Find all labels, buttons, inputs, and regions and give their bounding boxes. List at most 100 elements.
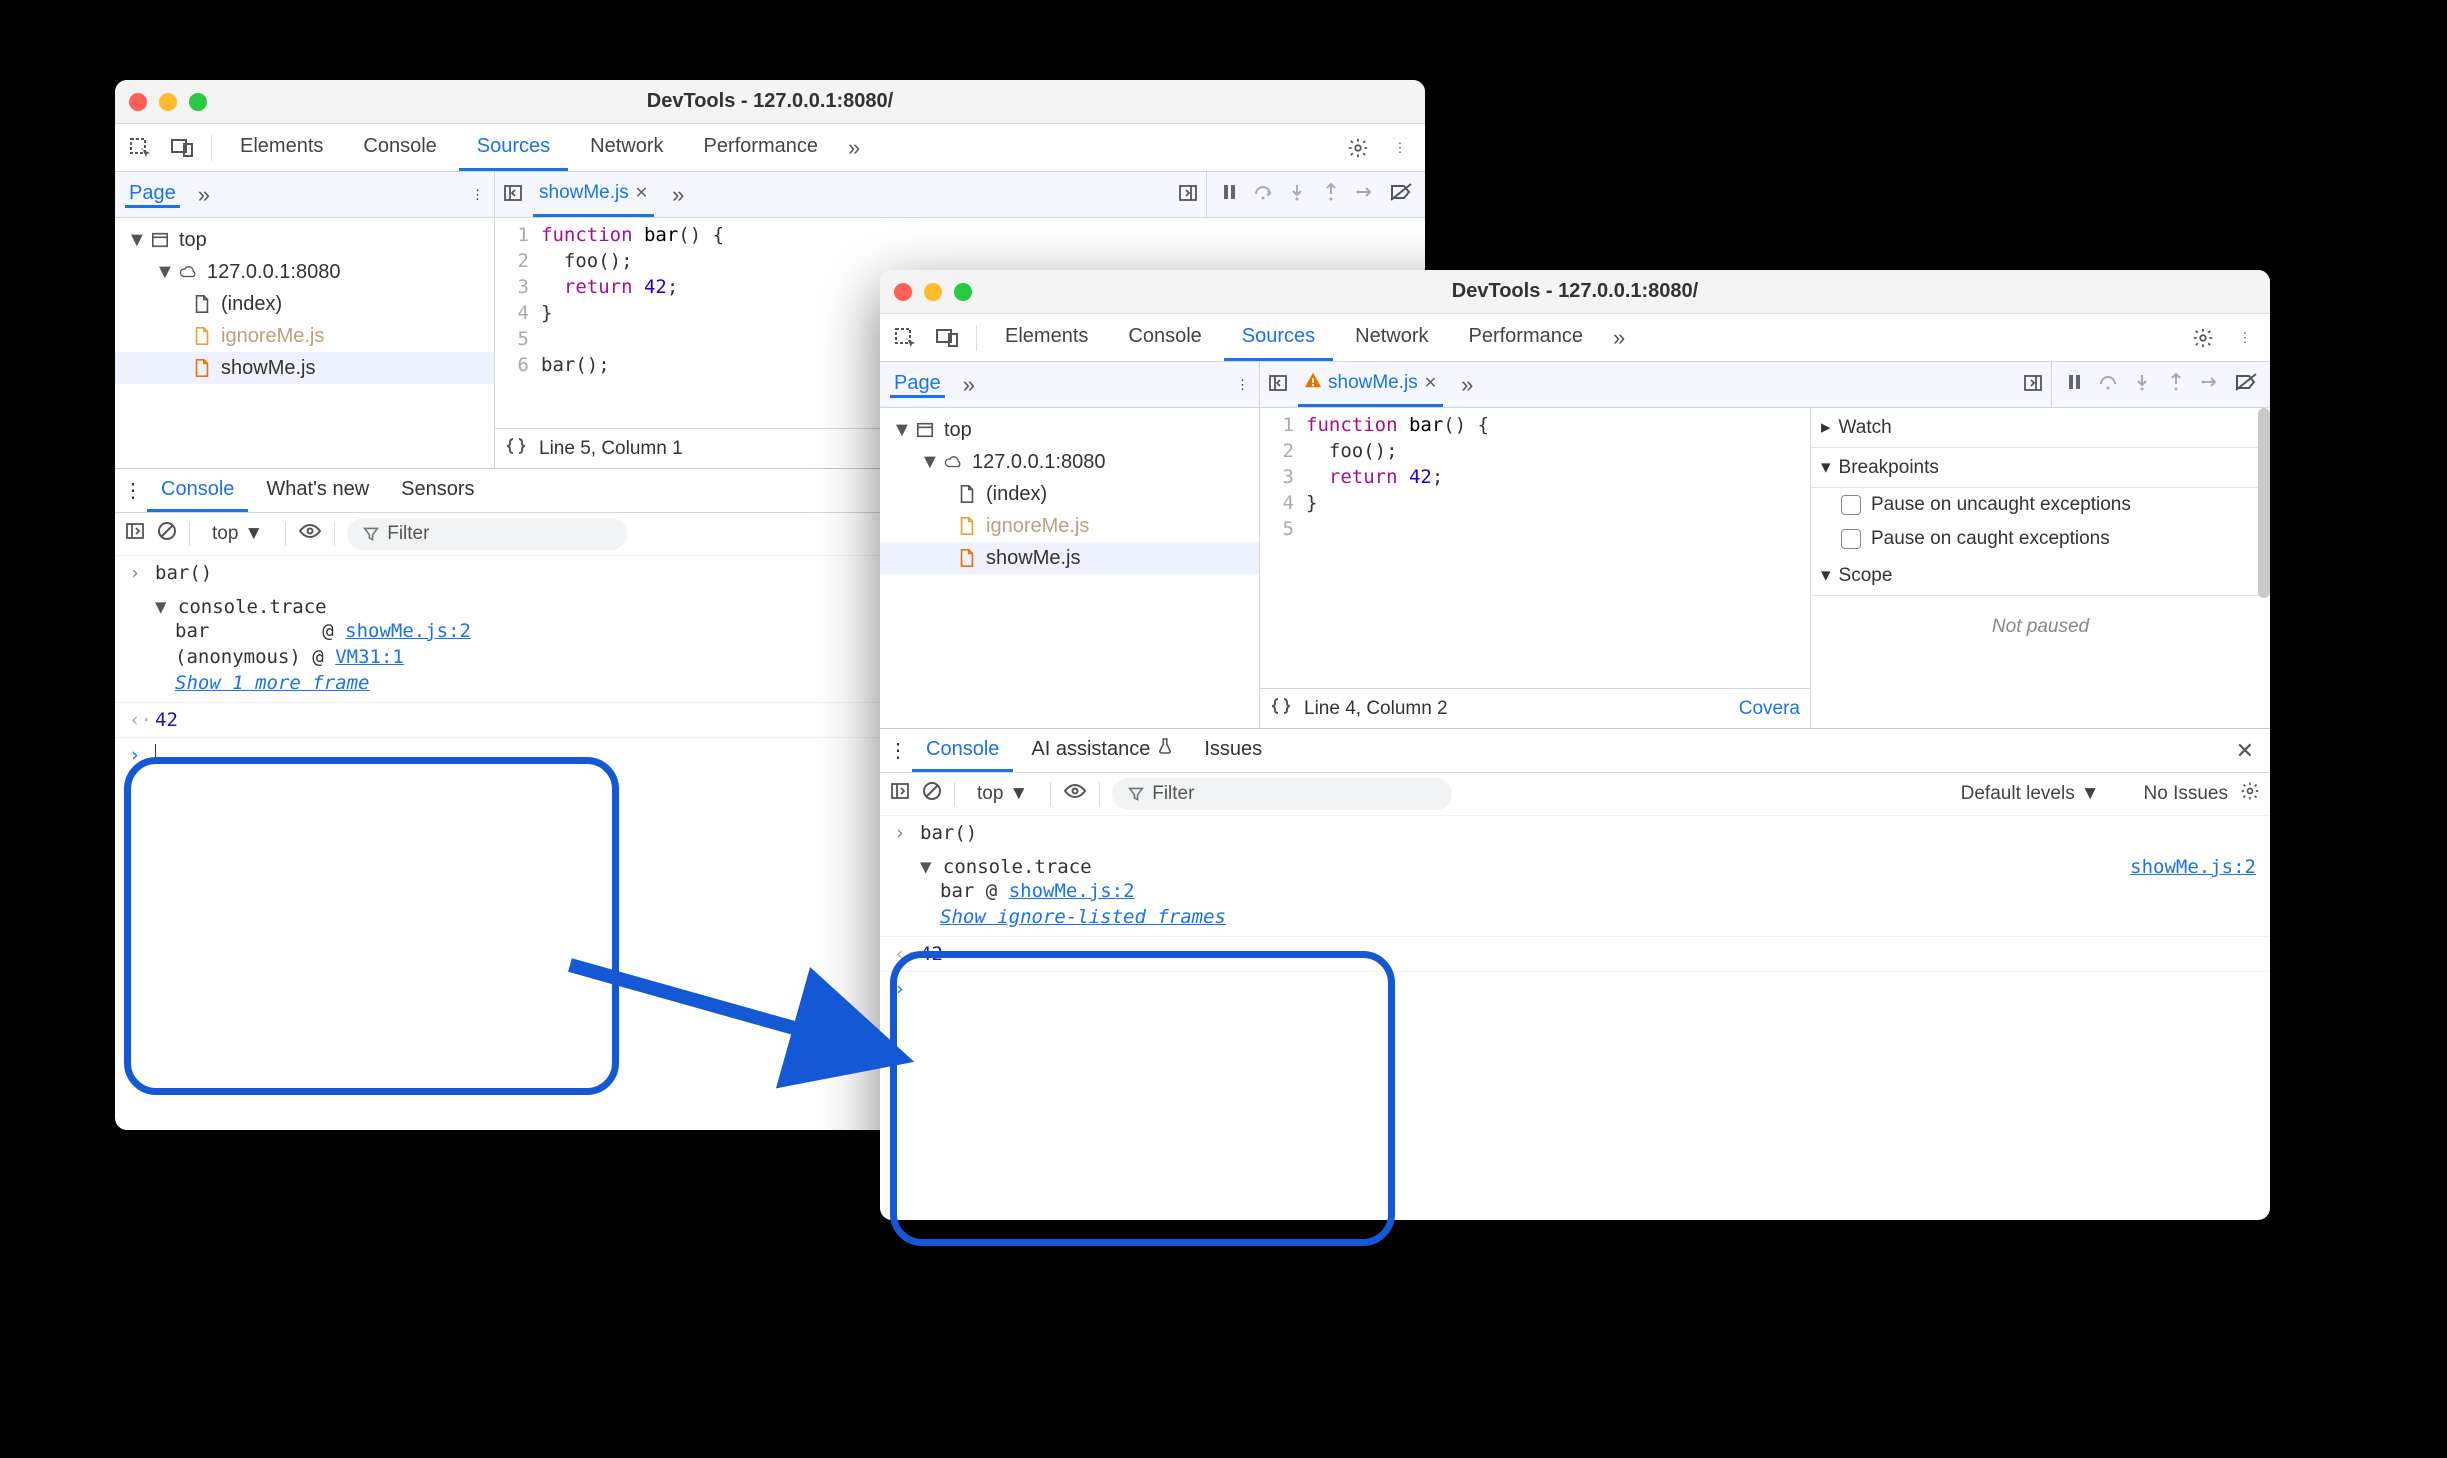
drawer-tab-sensors[interactable]: Sensors <box>387 469 488 512</box>
pause-caught-checkbox[interactable]: Pause on caught exceptions <box>1811 522 2270 556</box>
close-tab-icon[interactable]: ✕ <box>635 183 648 203</box>
toggle-debugger-icon[interactable] <box>2023 373 2043 396</box>
kebab-menu-icon[interactable]: ⋮ <box>123 478 143 503</box>
scrollbar[interactable] <box>2258 408 2270 598</box>
toggle-debugger-icon[interactable] <box>1178 183 1198 206</box>
more-file-tabs-icon[interactable]: » <box>664 182 692 208</box>
toggle-navigator-icon[interactable] <box>1268 373 1288 396</box>
gear-icon[interactable] <box>1339 129 1377 167</box>
console-input[interactable] <box>155 744 156 762</box>
more-tabs-icon[interactable]: » <box>1605 325 1633 351</box>
drawer-tab-whatsnew[interactable]: What's new <box>252 469 383 512</box>
context-selector[interactable]: top▼ <box>967 779 1038 809</box>
more-tabs-icon[interactable]: » <box>840 135 868 161</box>
clear-console-icon[interactable] <box>157 521 177 547</box>
tree-top[interactable]: ▼ top <box>115 224 494 256</box>
filter-input[interactable]: Filter <box>347 518 627 550</box>
tab-network[interactable]: Network <box>1337 314 1446 361</box>
tab-console[interactable]: Console <box>345 124 454 171</box>
minimize-icon[interactable] <box>159 93 177 111</box>
expand-icon[interactable]: › <box>894 822 910 844</box>
console-sidebar-toggle-icon[interactable] <box>890 781 910 807</box>
tab-elements[interactable]: Elements <box>222 124 341 171</box>
step-icon[interactable] <box>2200 372 2220 397</box>
kebab-menu-icon[interactable]: ⋮ <box>2226 319 2264 357</box>
code-editor[interactable]: 123 45 function bar() { foo(); return 42… <box>1260 408 1810 728</box>
more-nav-tabs-icon[interactable]: » <box>955 372 983 398</box>
context-selector[interactable]: top▼ <box>202 519 273 549</box>
tab-performance[interactable]: Performance <box>686 124 837 171</box>
step-over-icon[interactable] <box>2098 372 2118 397</box>
kebab-menu-icon[interactable]: ⋮ <box>471 187 484 203</box>
live-expression-icon[interactable] <box>298 523 322 545</box>
step-into-icon[interactable] <box>1287 182 1307 207</box>
gear-icon[interactable] <box>2184 319 2222 357</box>
tab-elements[interactable]: Elements <box>987 314 1106 361</box>
clear-console-icon[interactable] <box>922 781 942 807</box>
breakpoints-section[interactable]: ▾Breakpoints <box>1811 448 2270 488</box>
tab-sources[interactable]: Sources <box>1224 314 1333 361</box>
pause-uncaught-checkbox[interactable]: Pause on uncaught exceptions <box>1811 488 2270 522</box>
pretty-print-icon[interactable] <box>1270 695 1292 723</box>
close-tab-icon[interactable]: ✕ <box>1424 373 1437 393</box>
tab-performance[interactable]: Performance <box>1451 314 1602 361</box>
navigator-tab-page[interactable]: Page <box>125 182 180 208</box>
pause-icon[interactable] <box>1219 182 1239 207</box>
console-output[interactable]: › bar() ▼ console.trace bar @ showMe.js:… <box>880 815 2270 1220</box>
trace-location-link[interactable]: showMe.js:2 <box>1009 880 1135 902</box>
step-icon[interactable] <box>1355 182 1375 207</box>
tree-origin[interactable]: ▼ 127.0.0.1:8080 <box>880 446 1259 478</box>
file-tab-showme[interactable]: showMe.js ✕ <box>533 172 654 217</box>
drawer-tab-issues[interactable]: Issues <box>1190 729 1276 772</box>
tree-file-ignoreme[interactable]: ignoreMe.js <box>880 510 1259 542</box>
trace-location-link[interactable]: showMe.js:2 <box>345 620 471 642</box>
tree-file-ignoreme[interactable]: ignoreMe.js <box>115 320 494 352</box>
inspect-icon[interactable] <box>121 129 159 167</box>
expand-icon[interactable]: › <box>129 562 145 584</box>
source-location-link[interactable]: showMe.js:2 <box>2130 856 2256 878</box>
tree-file-index[interactable]: (index) <box>880 478 1259 510</box>
deactivate-breakpoints-icon[interactable] <box>1389 182 1413 207</box>
trace-location-link[interactable]: VM31:1 <box>335 646 404 668</box>
coverage-link[interactable]: Covera <box>1739 698 1800 720</box>
tab-sources[interactable]: Sources <box>459 124 568 171</box>
kebab-menu-icon[interactable]: ⋮ <box>888 738 908 763</box>
step-out-icon[interactable] <box>1321 182 1341 207</box>
kebab-menu-icon[interactable]: ⋮ <box>1236 377 1249 393</box>
gear-icon[interactable] <box>2240 781 2260 807</box>
live-expression-icon[interactable] <box>1063 783 1087 805</box>
step-into-icon[interactable] <box>2132 372 2152 397</box>
no-issues-label[interactable]: No Issues <box>2144 783 2228 805</box>
step-out-icon[interactable] <box>2166 372 2186 397</box>
more-file-tabs-icon[interactable]: » <box>1453 372 1481 398</box>
close-icon[interactable] <box>129 93 147 111</box>
file-tab-showme[interactable]: showMe.js ✕ <box>1298 362 1443 407</box>
log-levels-selector[interactable]: Default levels▼ <box>1961 783 2100 805</box>
zoom-icon[interactable] <box>954 283 972 301</box>
navigator-tab-page[interactable]: Page <box>890 372 945 398</box>
more-nav-tabs-icon[interactable]: » <box>190 182 218 208</box>
close-drawer-icon[interactable]: ✕ <box>2228 738 2262 764</box>
pause-icon[interactable] <box>2064 372 2084 397</box>
tab-network[interactable]: Network <box>572 124 681 171</box>
tree-origin[interactable]: ▼ 127.0.0.1:8080 <box>115 256 494 288</box>
deactivate-breakpoints-icon[interactable] <box>2234 372 2258 397</box>
tree-file-showme[interactable]: showMe.js <box>115 352 494 384</box>
zoom-icon[interactable] <box>189 93 207 111</box>
pretty-print-icon[interactable] <box>505 435 527 463</box>
code-lines[interactable]: function bar() { foo(); return 42; } <box>1306 412 1810 688</box>
close-icon[interactable] <box>894 283 912 301</box>
device-toggle-icon[interactable] <box>163 129 201 167</box>
tab-console[interactable]: Console <box>1110 314 1219 361</box>
toggle-navigator-icon[interactable] <box>503 183 523 206</box>
device-toggle-icon[interactable] <box>928 319 966 357</box>
filter-input[interactable]: Filter <box>1112 778 1452 810</box>
minimize-icon[interactable] <box>924 283 942 301</box>
drawer-tab-console[interactable]: Console <box>147 469 248 512</box>
tree-file-index[interactable]: (index) <box>115 288 494 320</box>
inspect-icon[interactable] <box>886 319 924 357</box>
tree-file-showme[interactable]: showMe.js <box>880 542 1259 574</box>
drawer-tab-ai[interactable]: AI assistance <box>1017 729 1186 772</box>
scope-section[interactable]: ▾Scope <box>1811 556 2270 596</box>
show-ignored-frames-link[interactable]: Show ignore-listed frames <box>940 906 1226 928</box>
